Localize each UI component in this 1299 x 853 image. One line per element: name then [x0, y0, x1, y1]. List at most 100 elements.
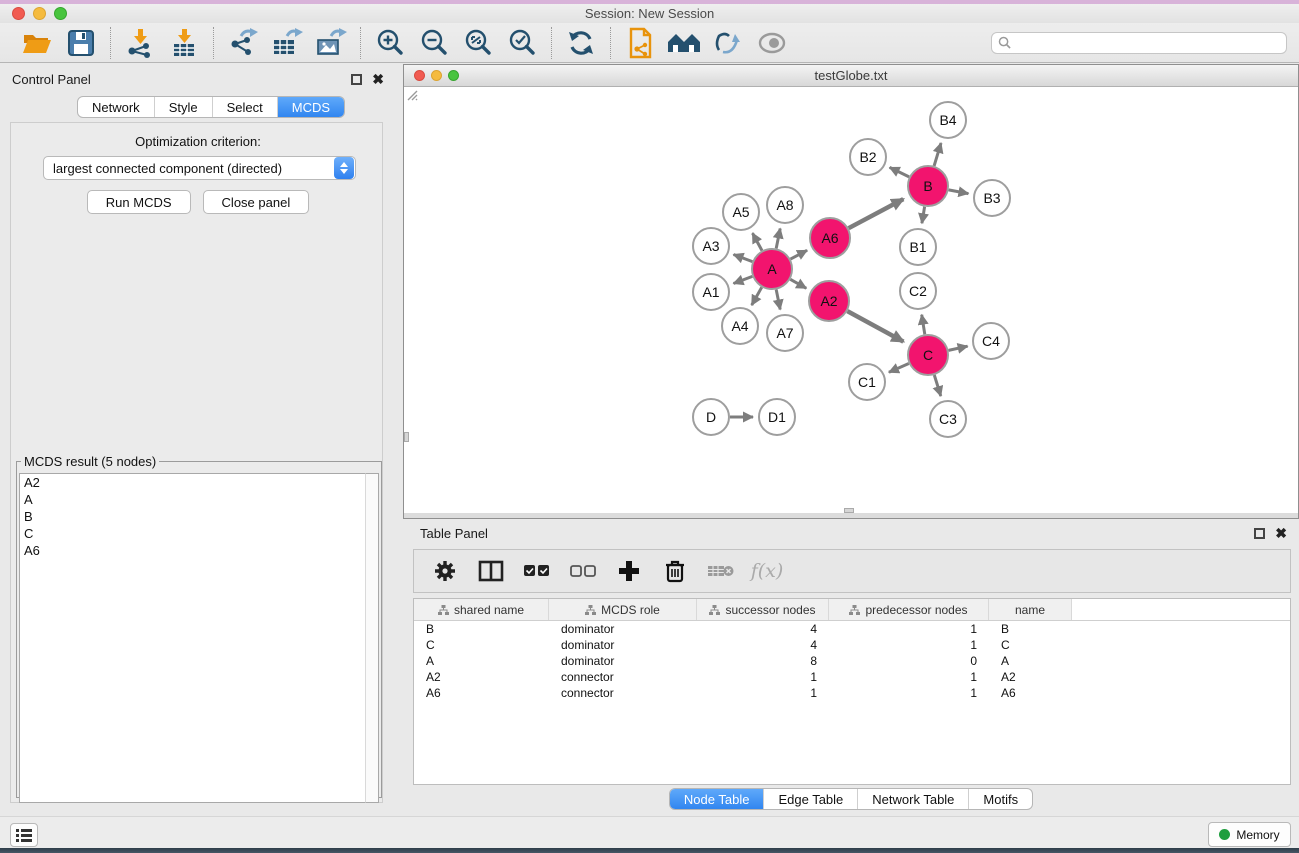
table-row-a[interactable]: Adominator80A	[414, 653, 1290, 669]
close-window-button[interactable]	[12, 7, 25, 20]
cell-shared-name[interactable]: A	[414, 654, 549, 668]
close-table-panel-icon[interactable]: ✖	[1275, 528, 1287, 539]
open-session-button[interactable]	[20, 27, 54, 59]
cell-predecessor-nodes[interactable]: 0	[829, 654, 989, 668]
table-row-c[interactable]: Cdominator41C	[414, 637, 1290, 653]
run-mcds-button[interactable]: Run MCDS	[87, 190, 191, 214]
result-item-a6[interactable]: A6	[20, 542, 366, 559]
column-header-name[interactable]: name	[989, 599, 1072, 620]
network-canvas[interactable]: B4B2BB3A8A5A6A3B1AC2A1A2A4A7C4CC1DD1C3	[404, 87, 1298, 513]
result-list-scrollbar[interactable]	[365, 473, 379, 803]
graph-edge-A-A5[interactable]	[753, 233, 763, 251]
cell-name[interactable]: C	[989, 638, 1072, 652]
cell-name[interactable]: A2	[989, 670, 1072, 684]
tab-network[interactable]: Network	[78, 97, 154, 117]
tab-select[interactable]: Select	[212, 97, 277, 117]
cell-name[interactable]: B	[989, 622, 1072, 636]
network-window-titlebar[interactable]: testGlobe.txt	[404, 65, 1298, 87]
graph-edge-A-A6[interactable]	[791, 250, 808, 259]
tab-style[interactable]: Style	[154, 97, 212, 117]
close-panel-icon[interactable]: ✖	[372, 74, 384, 85]
zoom-fit-content-button[interactable]	[461, 27, 495, 59]
float-table-panel-icon[interactable]	[1254, 528, 1265, 539]
result-item-a[interactable]: A	[20, 491, 366, 508]
cell-successor-nodes[interactable]: 4	[697, 638, 829, 652]
result-item-a2[interactable]: A2	[20, 474, 366, 491]
graph-edge-C-C4[interactable]	[949, 346, 968, 350]
vertical-scroll-indicator[interactable]	[404, 432, 409, 442]
apply-function-button[interactable]: f(x)	[750, 554, 784, 588]
cell-shared-name[interactable]: C	[414, 638, 549, 652]
tab-edge-table[interactable]: Edge Table	[763, 789, 857, 809]
graph-edge-A2-C[interactable]	[847, 311, 903, 342]
graph-edge-B-B4[interactable]	[934, 143, 941, 166]
column-settings-button[interactable]	[428, 554, 462, 588]
cell-MCDS-role[interactable]: dominator	[549, 622, 697, 636]
cell-shared-name[interactable]: A6	[414, 686, 549, 700]
search-input[interactable]	[1011, 36, 1280, 50]
column-header-shared-name[interactable]: shared name	[414, 599, 549, 620]
cell-shared-name[interactable]: B	[414, 622, 549, 636]
graph-edge-B-B2[interactable]	[890, 167, 910, 177]
graph-edge-A-A1[interactable]	[734, 276, 753, 283]
column-header-predecessor-nodes[interactable]: predecessor nodes	[829, 599, 989, 620]
cell-name[interactable]: A	[989, 654, 1072, 668]
deselect-all-rows-button[interactable]	[566, 554, 600, 588]
cell-successor-nodes[interactable]: 4	[697, 622, 829, 636]
table-row-a2[interactable]: A2connector11A2	[414, 669, 1290, 685]
cell-MCDS-role[interactable]: dominator	[549, 654, 697, 668]
column-header-MCDS-role[interactable]: MCDS role	[549, 599, 697, 620]
cell-predecessor-nodes[interactable]: 1	[829, 686, 989, 700]
first-neighbors-button[interactable]	[667, 27, 701, 59]
delete-column-button[interactable]	[658, 554, 692, 588]
cell-MCDS-role[interactable]: dominator	[549, 638, 697, 652]
graph-edge-A-A7[interactable]	[776, 290, 780, 310]
delete-table-button[interactable]	[704, 554, 738, 588]
cell-predecessor-nodes[interactable]: 1	[829, 670, 989, 684]
hide-graphics-details-button[interactable]	[711, 27, 745, 59]
result-item-b[interactable]: B	[20, 508, 366, 525]
result-item-c[interactable]: C	[20, 525, 366, 542]
tab-network-table[interactable]: Network Table	[857, 789, 968, 809]
search-field[interactable]	[991, 32, 1287, 54]
add-column-button[interactable]	[612, 554, 646, 588]
criterion-select[interactable]: largest connected component (directed)	[43, 156, 356, 180]
mcds-result-list[interactable]: A2ABCA6	[19, 473, 367, 803]
graph-edge-B-B3[interactable]	[949, 190, 969, 194]
cell-successor-nodes[interactable]: 8	[697, 654, 829, 668]
new-network-from-selection-button[interactable]	[623, 27, 657, 59]
close-network-window-button[interactable]	[414, 70, 425, 81]
graph-edge-A-A4[interactable]	[752, 287, 762, 305]
toggle-column-display-button[interactable]	[474, 554, 508, 588]
table-row-a6[interactable]: A6connector11A6	[414, 685, 1290, 701]
select-all-rows-button[interactable]	[520, 554, 554, 588]
graph-edge-C-C2[interactable]	[922, 315, 925, 335]
resize-grip-icon[interactable]	[404, 87, 418, 101]
cell-successor-nodes[interactable]: 1	[697, 670, 829, 684]
zoom-out-button[interactable]	[417, 27, 451, 59]
graph-edge-C-C3[interactable]	[934, 375, 941, 396]
show-graphics-details-button[interactable]	[755, 27, 789, 59]
graph-edge-B-B1[interactable]	[922, 207, 925, 224]
minimize-network-window-button[interactable]	[431, 70, 442, 81]
tab-mcds[interactable]: MCDS	[277, 97, 344, 117]
close-panel-button[interactable]: Close panel	[203, 190, 310, 214]
zoom-in-button[interactable]	[373, 27, 407, 59]
zoom-window-button[interactable]	[54, 7, 67, 20]
horizontal-scroll-indicator[interactable]	[844, 508, 854, 513]
graph-edge-C-C1[interactable]	[889, 364, 909, 373]
zoom-selected-region-button[interactable]	[505, 27, 539, 59]
tab-motifs[interactable]: Motifs	[968, 789, 1032, 809]
graph-edge-A6-B[interactable]	[849, 199, 904, 228]
cell-MCDS-role[interactable]: connector	[549, 686, 697, 700]
import-network-from-file-button[interactable]	[123, 27, 157, 59]
column-header-successor-nodes[interactable]: successor nodes	[697, 599, 829, 620]
minimize-window-button[interactable]	[33, 7, 46, 20]
tab-node-table[interactable]: Node Table	[670, 789, 764, 809]
import-table-from-file-button[interactable]	[167, 27, 201, 59]
graph-edge-A-A8[interactable]	[776, 229, 780, 249]
cell-shared-name[interactable]: A2	[414, 670, 549, 684]
export-image-button[interactable]	[314, 27, 348, 59]
graph-edge-A-A2[interactable]	[790, 279, 806, 288]
cell-MCDS-role[interactable]: connector	[549, 670, 697, 684]
